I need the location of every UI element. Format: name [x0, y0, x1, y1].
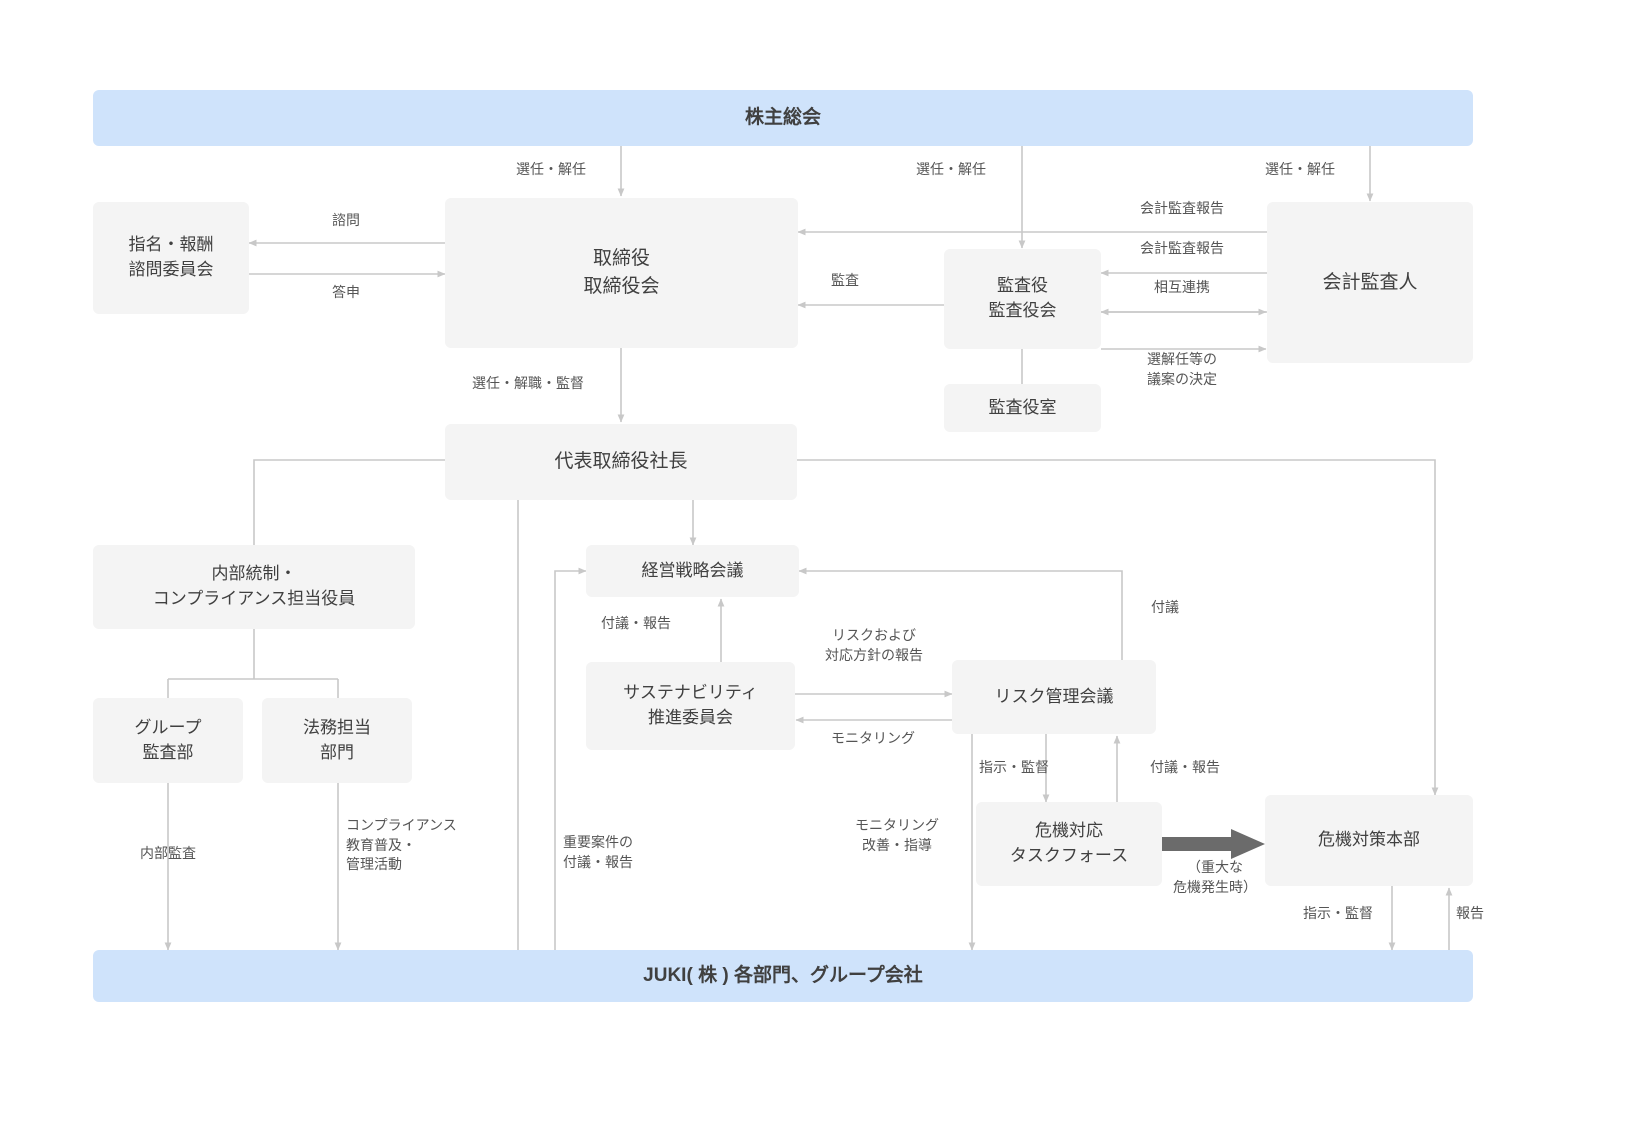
node-nomination-committee[interactable]: 指名・報酬 諮問委員会 [93, 202, 249, 314]
label-audit: 監査 [831, 272, 859, 288]
thick-arrow-taskforce-to-hq [1162, 829, 1265, 859]
node-group-audit-dept[interactable]: グループ 監査部 [93, 698, 243, 783]
node-accounting-auditor[interactable]: 会計監査人 [1267, 202, 1473, 363]
label-risk-and-policy-report: リスクおよび 対応方針の報告 [825, 627, 923, 663]
node-sustainability-committee[interactable]: サステナビリティ 推進委員会 [586, 662, 795, 750]
label-appointment-proposal: 選解任等の 議案の決定 [1147, 351, 1217, 387]
node-risk-management-meeting[interactable]: リスク管理会議 [952, 660, 1156, 734]
label-compliance-education: コンプライアンス 教育普及・ 管理活動 [346, 817, 457, 873]
edge-internalcontrol-split [167, 629, 339, 698]
label-submission-report-taskforce: 付議・報告 [1150, 759, 1220, 775]
label-appoint-dismiss-supervise: 選任・解職・監督 [472, 375, 584, 391]
node-legal-dept[interactable]: 法務担当 部門 [262, 698, 412, 783]
node-management-strategy-meeting[interactable]: 経営戦略会議 [586, 545, 799, 597]
label-internal-audit: 内部監査 [140, 845, 196, 861]
label-appoint-dismiss-auditor: 選任・解任 [916, 161, 986, 177]
node-president[interactable]: 代表取締役社長 [445, 424, 797, 500]
label-submission: 付議 [1151, 599, 1179, 615]
label-mutual-cooperation: 相互連携 [1154, 279, 1210, 295]
label-report-back: 答申 [332, 284, 360, 300]
label-instruction-supervision-rm: 指示・監督 [979, 759, 1049, 775]
label-appoint-dismiss-accounting: 選任・解任 [1265, 161, 1335, 177]
edge-president-to-internalcontrol [253, 459, 446, 545]
label-submission-report-strategy: 付議・報告 [601, 615, 671, 631]
node-audit-supervisory-board[interactable]: 監査役 監査役会 [944, 249, 1101, 349]
label-accounting-audit-report-1: 会計監査報告 [1140, 200, 1224, 216]
label-important-matters: 重要案件の 付議・報告 [563, 834, 633, 870]
label-serious-crisis: （重大な 危機発生時） [1173, 859, 1257, 895]
label-appoint-dismiss-board: 選任・解任 [516, 161, 586, 177]
label-monitoring: モニタリング [831, 730, 915, 746]
node-shareholders-meeting[interactable]: 株主総会 [93, 90, 1473, 146]
node-internal-control-officer[interactable]: 内部統制・ コンプライアンス担当役員 [93, 545, 415, 629]
node-crisis-headquarters[interactable]: 危機対策本部 [1265, 795, 1473, 886]
node-bottom-departments[interactable]: JUKI( 株 ) 各部門、グループ会社 [93, 950, 1473, 1002]
node-audit-office[interactable]: 監査役室 [944, 384, 1101, 432]
node-crisis-task-force[interactable]: 危機対応 タスクフォース [976, 802, 1162, 886]
label-report-hq: 報告 [1456, 905, 1484, 921]
label-monitoring-improvement: モニタリング 改善・指導 [855, 817, 939, 853]
label-consultation: 諮問 [332, 212, 360, 228]
governance-diagram: 株主総会 指名・報酬 諮問委員会 取締役 取締役会 監査役 監査役会 監査役室 … [0, 0, 1632, 1140]
label-instruction-supervision-hq: 指示・監督 [1303, 905, 1373, 921]
label-accounting-audit-report-2: 会計監査報告 [1140, 240, 1224, 256]
node-board-of-directors[interactable]: 取締役 取締役会 [445, 198, 798, 348]
